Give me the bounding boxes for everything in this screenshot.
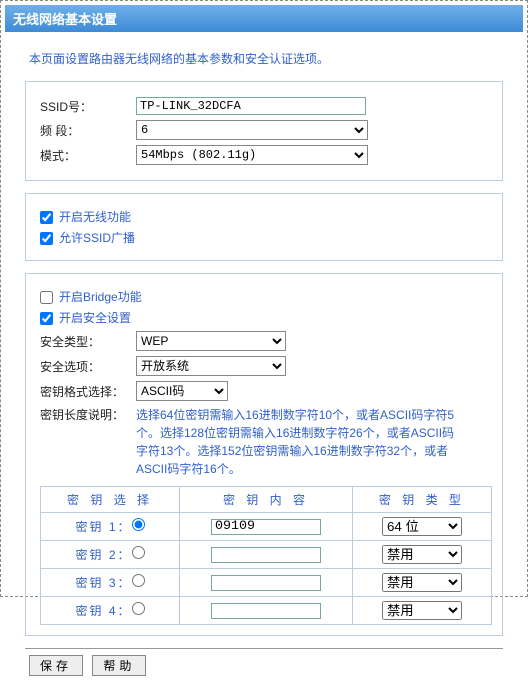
key-radio[interactable]	[132, 518, 145, 531]
key-header-select: 密 钥 选 择	[41, 487, 180, 513]
enable-security-label: 开启安全设置	[59, 311, 131, 325]
key-radio[interactable]	[132, 546, 145, 559]
router-wireless-settings: 无线网络基本设置 本页面设置路由器无线网络的基本参数和安全认证选项。 SSID号…	[0, 0, 528, 597]
mode-select[interactable]: 54Mbps (802.11g)	[136, 145, 368, 165]
enable-wireless-checkbox[interactable]	[40, 211, 53, 224]
key-table: 密 钥 选 择 密 钥 内 容 密 钥 类 型 密钥 1： 64 位密钥 2： 禁用…	[40, 486, 492, 625]
key-type-cell: 禁用	[352, 541, 491, 569]
key-type-cell: 禁用	[352, 569, 491, 597]
footer-bar: 保存 帮助	[25, 648, 503, 682]
key-select-cell: 密钥 4：	[41, 597, 180, 625]
key-type-select[interactable]: 禁用	[382, 601, 462, 620]
key-content-cell	[180, 541, 353, 569]
key-content-input[interactable]	[211, 519, 321, 535]
key-row: 密钥 2： 禁用	[41, 541, 492, 569]
sectype-label: 安全类型：	[40, 333, 136, 350]
mode-label: 模式：	[40, 147, 136, 164]
keylen-label: 密钥长度说明：	[40, 406, 136, 424]
key-select-cell: 密钥 3：	[41, 569, 180, 597]
ssid-input[interactable]	[136, 97, 366, 115]
content-area: 本页面设置路由器无线网络的基本参数和安全认证选项。 SSID号： 频 段： 6 …	[5, 32, 523, 690]
key-content-cell	[180, 513, 353, 541]
keylen-text: 选择64位密钥需输入16进制数字符10个，或者ASCII码字符5个。选择128位…	[136, 406, 466, 478]
secopt-label: 安全选项：	[40, 358, 136, 375]
key-radio[interactable]	[132, 602, 145, 615]
key-type-cell: 禁用	[352, 597, 491, 625]
key-content-input[interactable]	[211, 575, 321, 591]
key-select-cell: 密钥 1：	[41, 513, 180, 541]
ssid-broadcast-label: 允许SSID广播	[59, 231, 135, 245]
key-content-cell	[180, 597, 353, 625]
key-label: 密钥 3：	[76, 576, 132, 590]
band-select[interactable]: 6	[136, 120, 368, 140]
key-type-cell: 64 位	[352, 513, 491, 541]
key-content-input[interactable]	[211, 547, 321, 563]
secopt-select[interactable]: 开放系统	[136, 356, 286, 376]
keyfmt-label: 密钥格式选择：	[40, 383, 136, 400]
key-type-select[interactable]: 禁用	[382, 573, 462, 592]
key-content-input[interactable]	[211, 603, 321, 619]
save-button[interactable]: 保存	[29, 655, 83, 676]
key-label: 密钥 4：	[76, 604, 132, 618]
key-label: 密钥 2：	[76, 548, 132, 562]
key-type-select[interactable]: 64 位	[382, 517, 462, 536]
key-content-cell	[180, 569, 353, 597]
key-table-body: 密钥 1：64 位密钥 2：禁用密钥 3：禁用密钥 4：禁用	[41, 513, 492, 625]
toggle-panel: 开启无线功能 允许SSID广播	[25, 193, 503, 261]
help-button[interactable]: 帮助	[92, 655, 146, 676]
page-title: 无线网络基本设置	[5, 5, 523, 32]
key-row: 密钥 1： 64 位	[41, 513, 492, 541]
key-type-select[interactable]: 禁用	[382, 545, 462, 564]
enable-bridge-checkbox[interactable]	[40, 291, 53, 304]
keylen-row: 密钥长度说明：选择64位密钥需输入16进制数字符10个，或者ASCII码字符5个…	[40, 406, 492, 478]
page-description: 本页面设置路由器无线网络的基本参数和安全认证选项。	[29, 50, 499, 67]
enable-wireless-label: 开启无线功能	[59, 210, 131, 224]
band-label: 频 段：	[40, 122, 136, 139]
ssid-label: SSID号：	[40, 98, 136, 115]
sectype-select[interactable]: WEP	[136, 331, 286, 351]
key-row: 密钥 3： 禁用	[41, 569, 492, 597]
key-select-cell: 密钥 2：	[41, 541, 180, 569]
enable-bridge-label: 开启Bridge功能	[59, 290, 142, 304]
key-header-content: 密 钥 内 容	[180, 487, 353, 513]
keyfmt-select[interactable]: ASCII码	[136, 381, 228, 401]
key-row: 密钥 4： 禁用	[41, 597, 492, 625]
key-label: 密钥 1：	[76, 520, 132, 534]
enable-security-checkbox[interactable]	[40, 312, 53, 325]
basic-panel: SSID号： 频 段： 6 模式： 54Mbps (802.11g)	[25, 81, 503, 181]
key-radio[interactable]	[132, 574, 145, 587]
security-panel: 开启Bridge功能 开启安全设置 安全类型： WEP 安全选项： 开放系统 密…	[25, 273, 503, 636]
ssid-broadcast-checkbox[interactable]	[40, 232, 53, 245]
key-header-type: 密 钥 类 型	[352, 487, 491, 513]
